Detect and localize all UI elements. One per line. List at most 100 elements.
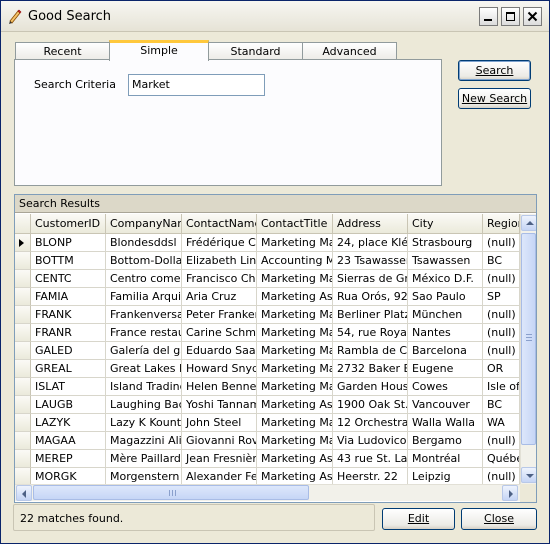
table-cell[interactable]: FAMIA (31, 288, 106, 306)
table-cell[interactable]: Helen Bennett (182, 378, 257, 396)
table-row[interactable]: FRANRFrance restaurationCarine SchmittMa… (15, 324, 520, 342)
table-row[interactable]: LAZYKLazy K Kountry StoreJohn SteelMarke… (15, 414, 520, 432)
table-cell[interactable]: John Steel (182, 414, 257, 432)
table-cell[interactable]: Island Trading (106, 378, 182, 396)
table-cell[interactable]: Via Ludovico il Moro 22 (333, 432, 408, 450)
table-cell[interactable]: BC (483, 252, 520, 270)
table-cell[interactable]: Rua Orós, 92 (333, 288, 408, 306)
table-cell[interactable]: CENTC (31, 270, 106, 288)
table-cell[interactable]: Marketing Manager (257, 270, 333, 288)
edit-button[interactable]: Edit (382, 508, 455, 530)
table-cell[interactable]: Marketing Manager (257, 414, 333, 432)
table-cell[interactable]: (null) (483, 324, 520, 342)
row-selector[interactable] (15, 252, 31, 270)
table-cell[interactable]: OR (483, 360, 520, 378)
table-row[interactable]: MORGKMorgenstern GesundkostAlexander Feu… (15, 468, 520, 484)
table-cell[interactable]: Blondesddsl père et fils (106, 234, 182, 252)
table-cell[interactable]: Laughing Bacchus Wine Cellars (106, 396, 182, 414)
table-cell[interactable]: Frankenversand (106, 306, 182, 324)
table-row[interactable]: MEREP Mère Paillarde Jean Fresnière Marketi… (15, 450, 520, 468)
table-cell[interactable]: (null) (483, 306, 520, 324)
vertical-scroll-thumb[interactable] (521, 233, 536, 445)
table-cell[interactable]: Marketing Manager (257, 342, 333, 360)
table-cell[interactable]: FRANR (31, 324, 106, 342)
table-row[interactable]: CENTCCentro comercial MoctezumaFrancisco… (15, 270, 520, 288)
close-window-button[interactable] (523, 7, 542, 26)
table-cell[interactable]: MORGK (31, 468, 106, 484)
tab-recent[interactable]: Recent (15, 42, 110, 60)
column-header-contacttitle[interactable]: ContactTitle (257, 214, 333, 234)
table-row[interactable]: GALEDGalería del gastrónomoEduardo Saave… (15, 342, 520, 360)
table-cell[interactable]: 43 rue St. Laurent (333, 450, 408, 468)
table-cell[interactable]: FRANK (31, 306, 106, 324)
table-cell[interactable]: 54, rue Royale (333, 324, 408, 342)
table-cell[interactable]: Howard Snyder (182, 360, 257, 378)
column-header-address[interactable]: Address (333, 214, 408, 234)
table-cell[interactable]: Mère Paillarde (106, 450, 182, 468)
table-cell[interactable]: Vancouver (408, 396, 483, 414)
table-cell[interactable]: (null) (483, 432, 520, 450)
table-cell[interactable]: Walla Walla (408, 414, 483, 432)
table-cell[interactable]: Giovanni Rovelli (182, 432, 257, 450)
table-cell[interactable]: Marketing Manager (257, 360, 333, 378)
table-cell[interactable]: Marketing Assistant (257, 468, 333, 484)
tab-simple[interactable]: Simple (109, 40, 209, 61)
table-cell[interactable]: Great Lakes Food Market (106, 360, 182, 378)
scroll-up-button[interactable] (521, 215, 536, 231)
table-cell[interactable]: (null) (483, 270, 520, 288)
row-selector[interactable] (15, 234, 31, 252)
table-cell[interactable]: Eduardo Saavedra (182, 342, 257, 360)
table-cell[interactable]: 23 Tsawassen Blvd. (333, 252, 408, 270)
table-cell[interactable]: Sao Paulo (408, 288, 483, 306)
tab-advanced[interactable]: Advanced (302, 42, 397, 60)
minimize-button[interactable] (479, 7, 498, 26)
table-cell[interactable]: LAZYK (31, 414, 106, 432)
row-selector[interactable] (15, 450, 31, 468)
table-cell[interactable]: France restauration (106, 324, 182, 342)
table-row[interactable]: BOTTMBottom-Dollar MarketsElizabeth Linc… (15, 252, 520, 270)
row-selector[interactable] (15, 432, 31, 450)
table-cell[interactable]: (null) (483, 342, 520, 360)
table-cell[interactable]: Sierras de Granada 9993 (333, 270, 408, 288)
table-cell[interactable]: Marketing Manager (257, 234, 333, 252)
table-row[interactable]: GREALGreat Lakes Food MarketHoward Snyde… (15, 360, 520, 378)
row-selector[interactable] (15, 288, 31, 306)
row-selector[interactable] (15, 396, 31, 414)
table-cell[interactable]: Centro comercial Moctezuma (106, 270, 182, 288)
table-cell[interactable]: Isle of Wight (483, 378, 520, 396)
table-cell[interactable]: Strasbourg (408, 234, 483, 252)
scroll-down-button[interactable] (521, 467, 536, 483)
table-cell[interactable]: Francisco Chang (182, 270, 257, 288)
table-cell[interactable]: BLONP (31, 234, 106, 252)
table-cell[interactable]: Magazzini Alimentari Riuniti (106, 432, 182, 450)
column-header-region[interactable]: Region (483, 214, 520, 234)
table-cell[interactable]: Bottom-Dollar Markets (106, 252, 182, 270)
close-button[interactable]: Close (461, 508, 537, 530)
table-cell[interactable]: 24, place Kléber (333, 234, 408, 252)
maximize-button[interactable] (501, 7, 520, 26)
table-cell[interactable]: MEREP (31, 450, 106, 468)
column-header-customerid[interactable]: CustomerID (31, 214, 106, 234)
table-cell[interactable]: Heerstr. 22 (333, 468, 408, 484)
table-cell[interactable]: Galería del gastrónomo (106, 342, 182, 360)
table-cell[interactable]: GREAL (31, 360, 106, 378)
horizontal-scrollbar[interactable] (15, 484, 520, 501)
table-row[interactable]: ISLATIsland TradingHelen BennettMarketin… (15, 378, 520, 396)
row-selector[interactable] (15, 360, 31, 378)
vertical-scrollbar[interactable] (520, 214, 536, 484)
new-search-button[interactable]: New Search (458, 88, 531, 109)
table-cell[interactable]: Garden House Crowther Way (333, 378, 408, 396)
table-cell[interactable]: Berliner Platz 43 (333, 306, 408, 324)
table-cell[interactable]: Marketing Manager (257, 378, 333, 396)
row-selector[interactable] (15, 468, 31, 484)
table-cell[interactable]: Elizabeth Lincoln (182, 252, 257, 270)
table-cell[interactable]: Rambla de Cataluña, 23 (333, 342, 408, 360)
tab-standard[interactable]: Standard (208, 42, 303, 60)
table-cell[interactable]: Accounting Manager (257, 252, 333, 270)
column-header-contactname[interactable]: ContactName (182, 214, 257, 234)
scroll-left-button[interactable] (16, 485, 32, 501)
table-cell[interactable]: Alexander Feuer (182, 468, 257, 484)
row-selector[interactable] (15, 342, 31, 360)
table-cell[interactable]: Leipzig (408, 468, 483, 484)
table-cell[interactable]: Peter Franken (182, 306, 257, 324)
